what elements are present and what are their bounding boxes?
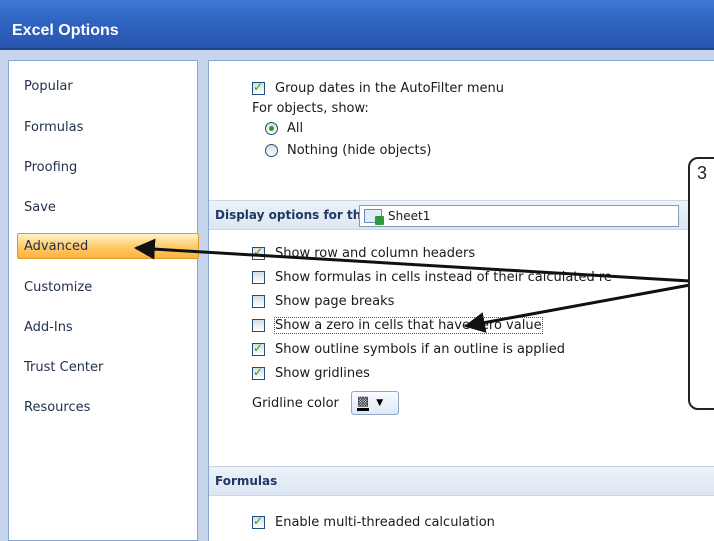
step-number: 3 — [697, 163, 708, 183]
arrow-to-zero-values — [463, 283, 691, 333]
annotation-arrows — [133, 238, 691, 333]
step-callout: 3 — [688, 157, 714, 410]
arrow-to-advanced — [133, 238, 691, 283]
